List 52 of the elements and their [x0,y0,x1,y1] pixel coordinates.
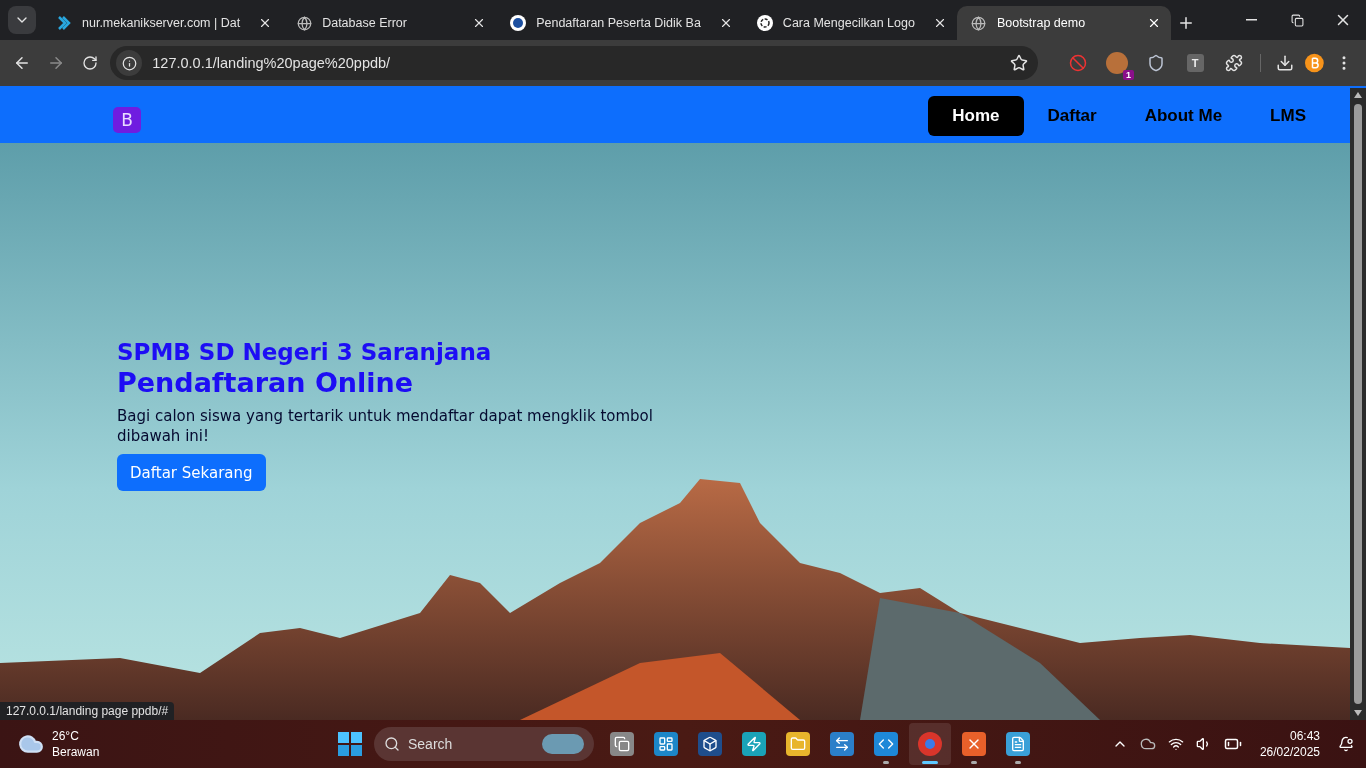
start-icon[interactable] [338,732,362,756]
hero-text: Bagi calon siswa yang tertarik untuk mendaftar dapat mengklik tombol dibawah ini! [117,406,654,446]
browser-tab[interactable]: Pendaftaran Peserta Didik Ba [496,6,743,40]
globe-icon [296,15,313,31]
cube-app-icon[interactable] [698,732,722,756]
nav-link[interactable]: Home [928,95,1024,136]
browser-tab[interactable]: nur.mekanikserver.com | Dat [42,6,283,40]
hero-subtitle: SPMB SD Negeri 3 Saranjana [117,339,492,365]
browser-icon[interactable] [918,732,942,756]
browser-tab[interactable]: Cara Mengecilkan Logo [742,6,957,40]
brand-logo[interactable]: B [113,106,141,133]
notepad-icon[interactable] [1006,732,1030,756]
restore-icon [1290,13,1304,27]
register-button[interactable]: Daftar Sekarang [117,454,266,491]
weather-temperature: 26°C [52,728,80,744]
extension-badge: 1 [1123,70,1135,80]
cloud-icon[interactable] [1139,736,1156,752]
letter-extension-icon[interactable]: T [1186,54,1204,72]
swirl-logo-icon [756,15,773,31]
blocker-extension-icon[interactable] [1067,52,1089,74]
dashboard-app-icon[interactable] [654,732,678,756]
scroll-up-arrow-icon[interactable] [1354,92,1362,98]
globe-icon [970,15,987,31]
bolt-app-icon[interactable] [742,732,766,756]
wifi-icon[interactable] [1167,736,1184,752]
search-field[interactable]: Search [374,727,594,761]
address-bar[interactable]: 127.0.0.1/landing%20page%20ppdb/ [110,46,1039,80]
nav-link[interactable]: Daftar [1023,95,1121,136]
bookmark-star-icon[interactable] [1010,54,1029,72]
folder-icon[interactable] [786,732,810,756]
browser-tab[interactable]: Database Error [282,6,497,40]
nav-link[interactable]: About Me [1120,95,1247,136]
taskbar-app-button[interactable] [909,723,951,765]
code-editor-icon[interactable] [874,732,898,756]
coin-extension-icon[interactable] [1305,53,1324,73]
info-icon[interactable] [116,50,143,76]
chevron-logo-icon [56,15,72,31]
minimize-icon [1245,19,1257,21]
status-url: 127.0.0.1/landing page ppdb/# [0,702,175,720]
search-icon [384,736,400,752]
notification-icon[interactable] [1338,736,1354,752]
weather-condition: Berawan [52,744,100,760]
hero-title: Pendaftaran Online [117,367,414,398]
browser-tab[interactable]: Bootstrap demo [956,6,1171,40]
task-view-icon[interactable] [610,732,634,756]
nav-link[interactable]: LMS [1246,95,1330,136]
tab-search-button[interactable] [8,6,36,34]
transfer-app-icon[interactable] [830,732,854,756]
clock[interactable]: 06:43 26/02/2025 [1259,728,1320,760]
scrollbar[interactable] [1350,88,1366,720]
scroll-down-arrow-icon[interactable] [1354,710,1362,716]
extensions-icon[interactable] [1223,52,1245,74]
